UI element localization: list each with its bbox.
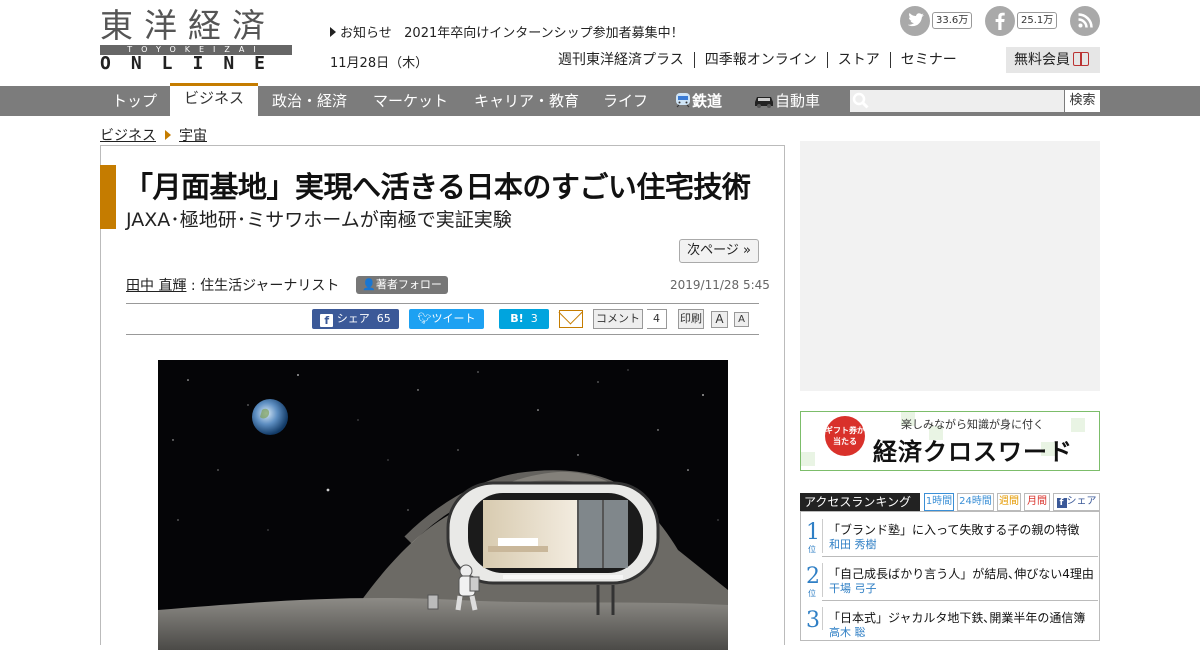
current-date: 11月28日（木）: [330, 56, 429, 71]
free-member-button[interactable]: 無料会員: [1006, 47, 1100, 73]
next-page-button[interactable]: 次ページ »: [679, 239, 759, 263]
share-divider-top: [126, 303, 759, 304]
lunar-base-illustration: [158, 360, 728, 650]
nav-railway[interactable]: 鉄道: [674, 86, 722, 116]
breadcrumb-arrow-icon: [165, 130, 171, 140]
notice[interactable]: お知らせ 2021年卒向けインターンシップ参加者募集中！: [330, 22, 684, 41]
rank-divider-2: [822, 563, 823, 597]
facebook-icon[interactable]: [985, 6, 1015, 36]
free-member-label: 無料会員: [1014, 52, 1070, 68]
rank-number-1: 1: [806, 520, 820, 545]
rank-divider-1: [822, 519, 823, 553]
notice-label: お知らせ: [340, 26, 392, 41]
rank-title-3[interactable]: 「日本式」ジャカルタ地下鉄､開業半年の通信簿: [828, 609, 1085, 626]
twitter-small-icon: 🐦︎: [417, 312, 432, 325]
train-icon: [676, 93, 690, 108]
rank-number-2: 2: [806, 564, 820, 589]
ranking-tab-1hour[interactable]: 1時間: [924, 493, 954, 511]
car-icon: [755, 97, 773, 108]
rank-separator-1: [822, 556, 1098, 557]
rank-author-2[interactable]: 干場 弓子: [829, 580, 877, 596]
person-icon: 👤: [362, 278, 376, 291]
top-link-store[interactable]: ストア: [826, 52, 890, 68]
breadcrumb: ビジネス 宇宙: [100, 125, 207, 145]
banner-tagline: 楽しみながら知識が身に付く: [901, 418, 1044, 431]
article-subtitle: JAXA･極地研･ミサワホームが南極で実証実験: [126, 209, 512, 231]
tweet-button[interactable]: 🐦︎ツイート: [409, 309, 484, 329]
ranking-tab-weekly[interactable]: 週間: [997, 493, 1021, 511]
author-role: : 住生活ジャーナリスト: [186, 278, 340, 294]
search-input[interactable]: [850, 90, 1064, 112]
twitter-icon[interactable]: [900, 6, 930, 36]
top-link-seminar[interactable]: セミナー: [889, 52, 967, 68]
ranking-tab-share[interactable]: f シェア: [1053, 493, 1100, 511]
gift-icon: [1073, 52, 1089, 66]
ranking-tab-share-label: シェア: [1066, 496, 1097, 507]
tweet-label: ツイート: [431, 312, 476, 325]
hatena-label: B!: [510, 312, 524, 325]
article-hero-image: [158, 360, 728, 650]
follow-author-button[interactable]: 👤著者フォロー: [356, 276, 448, 294]
ranking-tab-monthly[interactable]: 月間: [1024, 493, 1050, 511]
site-logo[interactable]: 東洋経済 TOYOKEIZAI ONLINE: [100, 6, 292, 74]
crossword-banner[interactable]: ギフト券が当たる 楽しみながら知識が身に付く 経済クロスワード: [800, 411, 1100, 471]
comment-count: 4: [647, 309, 667, 329]
facebook-follower-count: 25.1万: [1017, 12, 1058, 29]
twitter-follower-count: 33.6万: [932, 12, 973, 29]
nav-railway-label: 鉄道: [692, 92, 723, 110]
rank-author-3[interactable]: 高木 聡: [829, 624, 866, 640]
published-date: 2019/11/28 5:45: [670, 278, 770, 292]
hatena-count: 3: [530, 312, 538, 325]
author-name[interactable]: 田中 直輝: [126, 278, 186, 294]
top-link-shikiho[interactable]: 四季報オンライン: [693, 52, 827, 68]
mail-icon[interactable]: [559, 310, 583, 328]
top-links: 週刊東洋経済プラス 四季報オンライン ストア セミナー: [558, 52, 967, 68]
nav-automobile-label: 自動車: [775, 92, 821, 110]
share-divider-bottom: [126, 334, 759, 335]
facebook-share-button[interactable]: f シェア 65: [312, 309, 399, 329]
top-link-weekly-plus[interactable]: 週刊東洋経済プラス: [558, 52, 694, 68]
hatena-bookmark-button[interactable]: B! 3: [499, 309, 549, 329]
nav-politics-economy[interactable]: 政治・経済: [272, 86, 347, 116]
rank-separator-2: [822, 600, 1098, 601]
facebook-share-count: 65: [376, 312, 391, 325]
ranking-heading: アクセスランキング: [800, 493, 920, 511]
nav-top[interactable]: トップ: [112, 86, 157, 116]
font-size-large-button[interactable]: A: [711, 311, 728, 328]
rank-number-3: 3: [806, 608, 820, 633]
nav-career-education[interactable]: キャリア・教育: [474, 86, 579, 116]
facebook-small-icon: f: [320, 314, 334, 327]
nav-market[interactable]: マーケット: [373, 86, 448, 116]
article-title: 「月面基地」実現へ活きる日本のすごい住宅技術: [124, 170, 751, 204]
gift-badge: ギフト券が当たる: [825, 416, 865, 456]
comment-button[interactable]: コメント: [593, 309, 643, 329]
print-button[interactable]: 印刷: [678, 309, 704, 329]
nav-business[interactable]: ビジネス: [170, 83, 258, 116]
breadcrumb-business[interactable]: ビジネス: [100, 128, 156, 144]
rank-suffix-1: 位: [808, 545, 816, 554]
banner-title: 経済クロスワード: [873, 438, 1073, 466]
rank-suffix-2: 位: [808, 589, 816, 598]
rss-icon[interactable]: [1070, 6, 1100, 36]
author-line: 田中 直輝 : 住生活ジャーナリスト: [126, 275, 339, 295]
notice-text[interactable]: 2021年卒向けインターンシップ参加者募集中！: [404, 26, 683, 41]
nav-automobile[interactable]: 自動車: [753, 86, 820, 116]
ranking-tab-24hour[interactable]: 24時間: [957, 493, 994, 511]
logo-japanese-text: 東洋経済: [100, 6, 276, 45]
facebook-tab-icon: f: [1056, 498, 1067, 508]
notice-arrow-icon: [330, 27, 336, 37]
breadcrumb-space[interactable]: 宇宙: [179, 128, 207, 144]
rank-author-1[interactable]: 和田 秀樹: [829, 536, 877, 552]
ad-placeholder: [800, 141, 1100, 391]
nav-life[interactable]: ライフ: [603, 86, 648, 116]
font-size-small-button[interactable]: A: [734, 312, 749, 327]
search-icon: [852, 92, 869, 109]
title-accent-bar: [100, 165, 116, 229]
logo-online-text: ONLINE: [100, 53, 286, 74]
search-button[interactable]: 検索: [1065, 90, 1100, 112]
facebook-share-label: シェア: [336, 312, 370, 325]
rank-divider-3: [822, 607, 823, 630]
follow-author-label: 著者フォロー: [375, 278, 442, 291]
